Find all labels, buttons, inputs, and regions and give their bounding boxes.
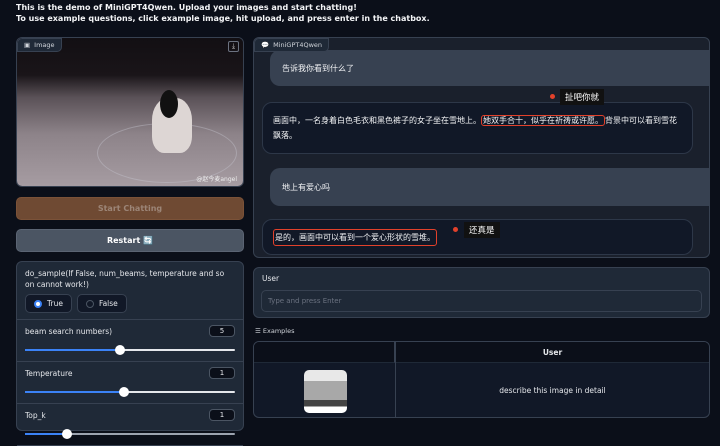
user-input-panel: User Type and press Enter [253,267,710,318]
message-text: 地上有爱心吗 [282,180,330,195]
list-icon: ☰ [255,327,263,335]
image-icon: ▣ [24,41,30,49]
slider-number-input[interactable]: 1 [209,367,235,379]
slider-number-input[interactable]: 1 [209,409,235,421]
chat-icon: 💬 [261,41,269,49]
user-message: 地上有爱心吗 [270,168,709,206]
table-header-user: User [396,342,709,363]
radio-false[interactable]: False [77,294,127,313]
table-header-image [254,342,395,363]
intro-line-1: This is the demo of MiniGPT4Qwen. Upload… [16,2,430,13]
chatbot-label-text: MiniGPT4Qwen [273,41,322,49]
examples-label: ☰ Examples [255,327,295,335]
slider-number-input[interactable]: 5 [209,325,235,337]
slider[interactable] [25,387,235,397]
annotation-dot [453,227,458,232]
example-row-text[interactable]: describe this image in detail [396,363,709,417]
image-panel[interactable]: @赵今麦angel ▣ Image ⤓ [16,37,244,187]
slider-label: beam search numbers) [25,326,235,337]
start-chatting-button[interactable]: Start Chatting [16,197,244,220]
user-input-label: User [262,273,279,284]
radio-false-label: False [99,299,118,308]
annotation-label: 还真是 [464,222,500,238]
slider-label: Top_k [25,410,235,421]
slider-beam: beam search numbers) 5 [17,320,243,362]
chatbot-panel: 💬 MiniGPT4Qwen 告诉我你看到什么了 画面中，一名身着白色毛衣和黑色裤… [253,37,710,258]
slider-thumb[interactable] [119,387,129,397]
uploaded-photo: @赵今麦angel [17,38,243,186]
image-label: ▣ Image [17,38,62,52]
intro-line-2: To use example questions, click example … [16,13,430,24]
radio-true[interactable]: True [25,294,72,313]
highlighted-text: 她双手合十，似乎在祈祷或许愿。 [481,115,605,126]
user-message: 告诉我你看到什么了 [270,50,709,86]
slider[interactable] [25,345,235,355]
example-thumbnail[interactable] [304,370,347,413]
annotation-label: 扯吧你就 [560,89,604,105]
settings-panel: do_sample(If False, num_beams, temperatu… [16,261,244,431]
slider[interactable] [25,429,235,439]
watermark: @赵今麦angel [196,174,237,183]
image-label-text: Image [34,41,54,49]
annotation-dot [550,94,555,99]
examples-table: User describe this image in detail [253,341,710,418]
intro-text: This is the demo of MiniGPT4Qwen. Upload… [16,2,430,24]
slider-thumb[interactable] [115,345,125,355]
restart-button[interactable]: Restart 🔄 [16,229,244,252]
message-text: 画面中，一名身着白色毛衣和黑色裤子的女子坐在雪地上。 [273,116,481,125]
download-icon[interactable]: ⤓ [228,41,239,52]
slider-thumb[interactable] [62,429,72,439]
radio-true-label: True [47,299,63,308]
message-text: 告诉我你看到什么了 [282,61,354,76]
photo-subject-hair [160,90,178,118]
do-sample-label: do_sample(If False, num_beams, temperatu… [25,268,235,290]
chatbot-label: 💬 MiniGPT4Qwen [254,38,329,52]
radio-checked-icon [34,300,42,308]
chat-input[interactable]: Type and press Enter [261,290,702,312]
slider-top-k: Top_k 1 [17,404,243,446]
slider-temperature: Temperature 1 [17,362,243,404]
slider-label: Temperature [25,368,235,379]
examples-label-text: Examples [263,327,295,335]
bot-message: 画面中，一名身着白色毛衣和黑色裤子的女子坐在雪地上。她双手合十，似乎在祈祷或许愿… [262,102,693,154]
radio-unchecked-icon [86,300,94,308]
highlighted-text: 是的，画面中可以看到一个爱心形状的雪堆。 [273,229,437,246]
